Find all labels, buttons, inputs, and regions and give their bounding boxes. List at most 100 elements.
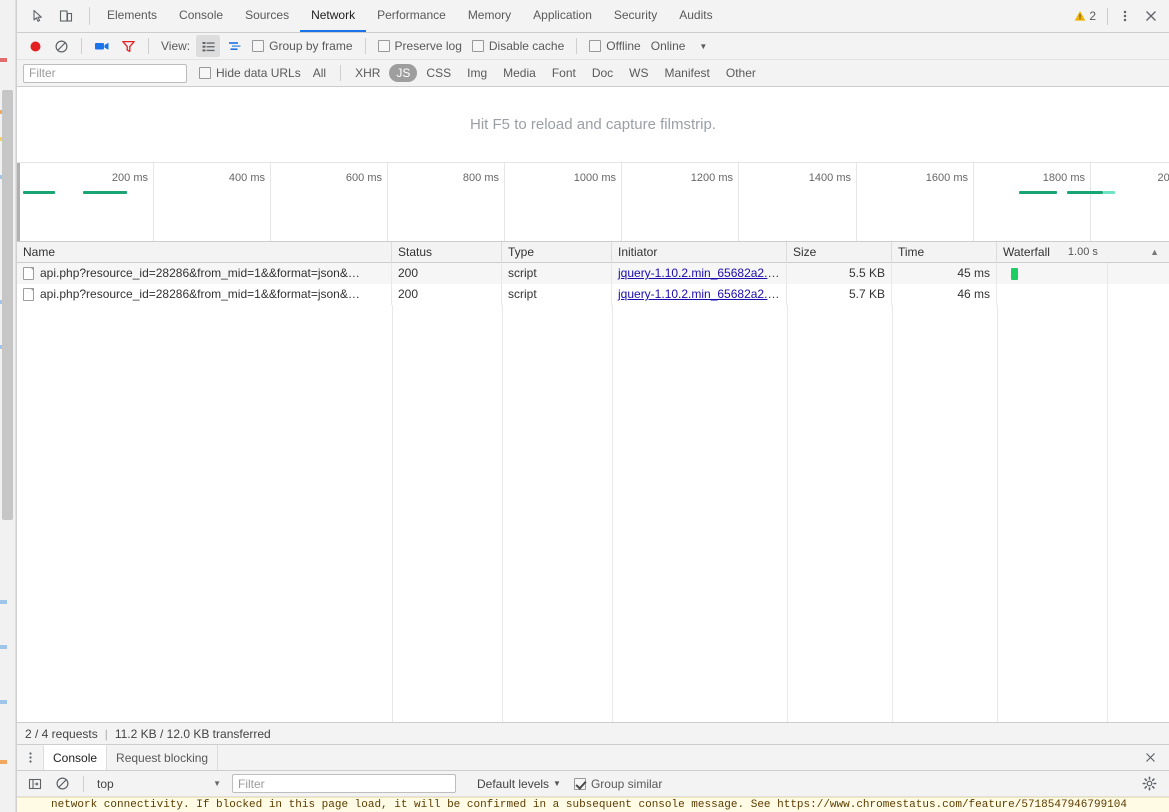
drawer-tab-console[interactable]: Console (43, 745, 107, 770)
overview-tick-1000ms: 1000 ms (574, 172, 621, 184)
waterfall-view-button[interactable] (222, 35, 246, 57)
tab-console[interactable]: Console (168, 0, 234, 32)
group-similar-checkbox[interactable]: Group similar (574, 777, 662, 791)
filter-input[interactable] (23, 64, 187, 83)
overview-gridline (270, 163, 271, 241)
warning-icon (1074, 10, 1086, 22)
close-devtools-icon[interactable] (1139, 4, 1163, 28)
col-sep (787, 305, 788, 722)
table-row[interactable]: api.php?resource_id=28286&from_mid=1&&fo… (17, 284, 1169, 305)
preserve-log-label: Preserve log (395, 39, 462, 53)
hide-data-urls-checkbox[interactable]: Hide data URLs (199, 66, 301, 80)
overview-tick-1200ms: 1200 ms (691, 172, 738, 184)
overview-request-bar (83, 191, 127, 194)
tab-memory[interactable]: Memory (457, 0, 522, 32)
chevron-down-icon: ▼ (213, 779, 221, 788)
tab-application[interactable]: Application (522, 0, 603, 32)
warning-count-label: 2 (1089, 9, 1096, 23)
scroll-mark (0, 760, 7, 764)
column-header-name[interactable]: Name (17, 242, 392, 263)
list-view-button[interactable] (196, 35, 220, 57)
clear-console-icon (55, 776, 70, 791)
page-scrollbar[interactable] (0, 0, 16, 812)
close-drawer-icon[interactable] (1138, 746, 1162, 770)
toggle-device-toolbar-icon[interactable] (53, 3, 79, 29)
column-header-initiator[interactable]: Initiator (612, 242, 787, 263)
toolbar-divider-3 (365, 38, 366, 54)
record-button[interactable] (23, 35, 47, 57)
disable-cache-checkbox[interactable]: Disable cache (472, 39, 564, 53)
console-sidebar-toggle[interactable] (23, 773, 47, 795)
drawer-more-options-icon[interactable] (17, 745, 43, 770)
network-summary-bar: 2 / 4 requests | 11.2 KB / 12.0 KB trans… (17, 722, 1169, 745)
summary-divider: | (105, 727, 108, 741)
cell-time: 45 ms (892, 263, 997, 284)
sort-arrow-icon[interactable]: ▲ (1150, 242, 1163, 263)
console-filter-input[interactable] (232, 774, 456, 793)
table-row[interactable]: api.php?resource_id=28286&from_mid=1&&fo… (17, 263, 1169, 284)
type-filter-font[interactable]: Font (545, 64, 583, 82)
overview-tick-200ms: 200 ms (112, 172, 153, 184)
waterfall-view-icon (227, 39, 242, 54)
console-warning-message[interactable]: network connectivity. If blocked in this… (17, 797, 1169, 812)
type-filter-media[interactable]: Media (496, 64, 543, 82)
column-header-type[interactable]: Type (502, 242, 612, 263)
scroll-mark (0, 58, 7, 62)
throttle-dropdown-caret[interactable]: ▼ (691, 42, 715, 51)
tab-audits[interactable]: Audits (668, 0, 723, 32)
overview-gridline (504, 163, 505, 241)
tab-security[interactable]: Security (603, 0, 668, 32)
scrollbar-thumb[interactable] (2, 90, 13, 520)
overview-gridline (856, 163, 857, 241)
preserve-log-checkbox[interactable]: Preserve log (378, 39, 462, 53)
filter-toggle-button[interactable] (116, 35, 140, 57)
tab-performance[interactable]: Performance (366, 0, 457, 32)
console-clear-button[interactable] (50, 773, 74, 795)
type-filter-all[interactable]: All (306, 64, 333, 82)
column-header-waterfall[interactable]: Waterfall 1.00 s ▲ (997, 242, 1169, 263)
type-filter-manifest[interactable]: Manifest (658, 64, 717, 82)
tab-network[interactable]: Network (300, 0, 366, 32)
type-filter-css[interactable]: CSS (419, 64, 458, 82)
capture-screenshots-button[interactable] (90, 35, 114, 57)
console-context-selector[interactable]: top ▼ (93, 774, 225, 794)
tab-sources[interactable]: Sources (234, 0, 300, 32)
summary-transferred: 11.2 KB / 12.0 KB transferred (115, 727, 271, 741)
type-filter-img[interactable]: Img (460, 64, 494, 82)
more-options-icon[interactable] (1113, 4, 1137, 28)
column-header-time[interactable]: Time (892, 242, 997, 263)
hide-data-urls-label: Hide data URLs (216, 66, 301, 80)
type-filter-js[interactable]: JS (389, 64, 417, 82)
type-filter-xhr[interactable]: XHR (348, 64, 387, 82)
tab-elements[interactable]: Elements (96, 0, 168, 32)
overview-tick-1600ms: 1600 ms (926, 172, 973, 184)
initiator-link[interactable]: jquery-1.10.2.min_65682a2.js:… (618, 266, 787, 280)
console-levels-dropdown[interactable]: Default levels ▼ (477, 777, 561, 791)
toolbar-divider-2 (148, 38, 149, 54)
cell-waterfall (997, 284, 1169, 305)
column-header-status[interactable]: Status (392, 242, 502, 263)
overview-gridline (738, 163, 739, 241)
overview-tick-1800ms: 1800 ms (1043, 172, 1090, 184)
overview-request-bar-tail (1103, 191, 1115, 194)
group-by-frame-checkbox[interactable]: Group by frame (252, 39, 352, 53)
waterfall-label: Waterfall (1003, 242, 1050, 263)
offline-checkbox[interactable]: Offline (589, 39, 640, 53)
timeline-overview[interactable]: 200 ms 400 ms 600 ms 800 ms 1000 ms 1200… (17, 163, 1169, 242)
warning-count-chip[interactable]: 2 (1068, 5, 1102, 27)
waterfall-gridline (1107, 284, 1108, 305)
type-filter-doc[interactable]: Doc (585, 64, 620, 82)
clear-button[interactable] (49, 35, 73, 57)
overview-window-handle-left[interactable] (17, 163, 20, 241)
waterfall-bar[interactable] (1011, 268, 1018, 280)
cell-initiator: jquery-1.10.2.min_65682a2.js:… (612, 284, 787, 305)
type-filter-other[interactable]: Other (719, 64, 763, 82)
column-header-size[interactable]: Size (787, 242, 892, 263)
console-settings-icon[interactable] (1142, 776, 1163, 791)
drawer-tab-request-blocking[interactable]: Request blocking (107, 745, 218, 770)
type-filter-ws[interactable]: WS (622, 64, 655, 82)
initiator-link[interactable]: jquery-1.10.2.min_65682a2.js:… (618, 287, 787, 301)
type-filter-divider (340, 65, 341, 81)
inspect-element-icon[interactable] (25, 3, 51, 29)
scroll-mark (0, 600, 7, 604)
